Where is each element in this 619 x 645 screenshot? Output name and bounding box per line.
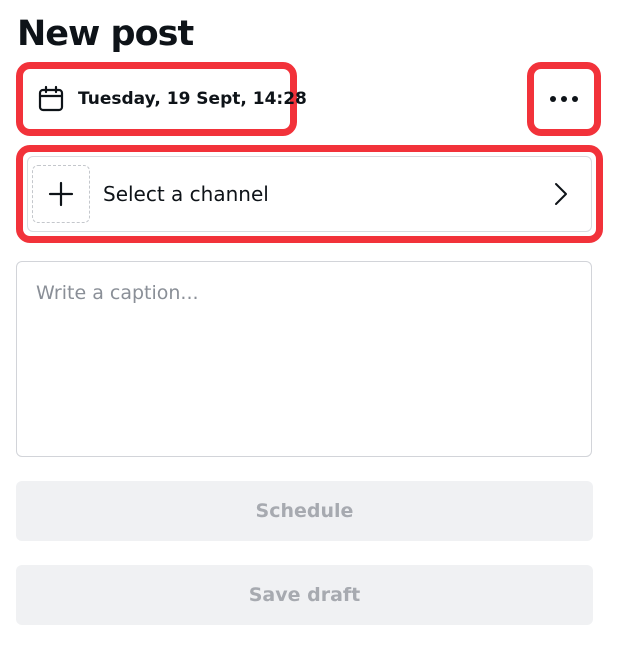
select-channel-label: Select a channel <box>103 182 269 206</box>
schedule-button[interactable]: Schedule <box>16 481 593 541</box>
page-title: New post <box>17 14 194 54</box>
schedule-date-label: Tuesday, 19 Sept, 14:28 <box>78 89 307 109</box>
calendar-icon <box>37 85 65 113</box>
schedule-date-picker[interactable]: Tuesday, 19 Sept, 14:28 <box>16 62 307 136</box>
plus-icon <box>32 165 90 223</box>
save-draft-button[interactable]: Save draft <box>16 565 593 625</box>
caption-input[interactable] <box>16 261 592 457</box>
channel-selector-row[interactable]: Select a channel <box>27 156 592 232</box>
more-options-button[interactable] <box>527 62 601 136</box>
select-channel-button[interactable]: Select a channel <box>16 145 603 243</box>
more-horizontal-icon <box>550 96 578 102</box>
chevron-right-icon <box>553 182 569 206</box>
